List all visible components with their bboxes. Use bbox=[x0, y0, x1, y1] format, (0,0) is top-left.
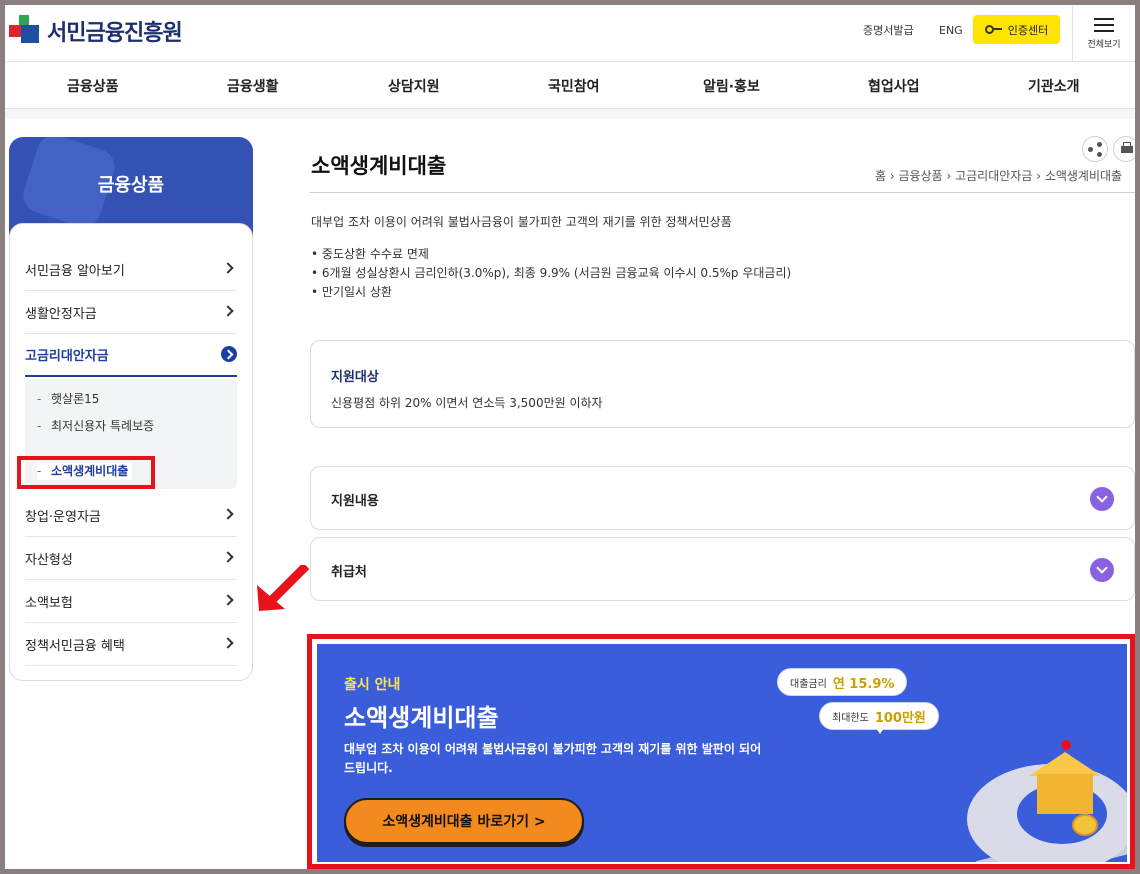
accordion-handling-agency[interactable]: 취급처 bbox=[310, 537, 1135, 601]
eng-link[interactable]: ENG bbox=[939, 15, 963, 45]
chevron-right-icon bbox=[222, 262, 234, 274]
global-nav: 금융상품 금융생활 상담지원 국민참여 알림·홍보 협업사업 기관소개 bbox=[5, 62, 1135, 109]
menu-all-button[interactable]: 전체보기 bbox=[1072, 5, 1135, 62]
banner-title: 소액생계비대출 bbox=[344, 704, 499, 732]
location-pin-icon bbox=[1061, 740, 1071, 750]
rate-label: 대출금리 bbox=[790, 678, 827, 690]
sidebar-item-benefits[interactable]: 정책서민금융 혜택 bbox=[25, 623, 237, 666]
sidebar-item-label: 소액보험 bbox=[25, 595, 73, 611]
sidebar-item-label: 정책서민금융 혜택 bbox=[25, 638, 125, 654]
accordion-title: 취급처 bbox=[331, 565, 367, 580]
site-logo[interactable]: 서민금융진흥원 bbox=[9, 11, 183, 51]
sidebar-item-label: 창업·운영자금 bbox=[25, 509, 101, 525]
breadcrumb-alternative[interactable]: 고금리대안자금 bbox=[955, 169, 1032, 183]
chevron-right-icon bbox=[222, 508, 234, 520]
sidebar-item-asset[interactable]: 자산형성 bbox=[25, 537, 237, 580]
chevron-down-icon[interactable] bbox=[1090, 487, 1114, 511]
coin-icon bbox=[1072, 814, 1098, 836]
highlight-box bbox=[17, 456, 155, 489]
feature-item: 6개월 성실상환시 금리인하(3.0%p), 최종 9.9% (서금원 금융교육… bbox=[311, 264, 791, 283]
page-title: 소액생계비대출 bbox=[311, 154, 447, 178]
submenu-item-sunshine15[interactable]: 햇살론15 bbox=[37, 391, 99, 408]
certificate-link[interactable]: 증명서발급 bbox=[863, 15, 914, 45]
promo-banner: 출시 안내 소액생계비대출 대부업 조차 이용이 어려워 불법사금융이 불가피한… bbox=[317, 644, 1127, 862]
title-divider bbox=[310, 192, 1135, 193]
sidebar-item-insurance[interactable]: 소액보험 bbox=[25, 580, 237, 623]
support-target-title: 지원대상 bbox=[331, 370, 379, 385]
header: 서민금융진흥원 증명서발급 ENG 인증센터 전체보기 bbox=[5, 5, 1135, 62]
sidebar-item-alternative-loan[interactable]: 고금리대안자금 bbox=[25, 334, 237, 377]
chevron-right-icon bbox=[222, 551, 234, 563]
sidebar-item-label: 고금리대안자금 bbox=[25, 349, 109, 364]
gnb-item-cooperation[interactable]: 협업사업 bbox=[868, 76, 920, 96]
feature-item: 중도상환 수수료 면제 bbox=[311, 245, 791, 264]
accordion-title: 지원내용 bbox=[331, 494, 379, 509]
sidebar-item-finance-intro[interactable]: 서민금융 알아보기 bbox=[25, 248, 237, 291]
gnb-item-about[interactable]: 기관소개 bbox=[1028, 76, 1080, 96]
bank-icon bbox=[1037, 774, 1093, 814]
sidebar-menu: 서민금융 알아보기 생활안정자금 고금리대안자금 햇살론15 최저신용자 특례보… bbox=[9, 223, 253, 681]
gnb-item-financial-life[interactable]: 금융생활 bbox=[227, 76, 279, 96]
breadcrumb-home[interactable]: 홈 bbox=[875, 169, 886, 183]
bank-roof-icon bbox=[1029, 752, 1101, 776]
sidebar-item-startup-fund[interactable]: 창업·운영자금 bbox=[25, 494, 237, 537]
breadcrumb-current: 소액생계비대출 bbox=[1044, 169, 1123, 183]
chevron-right-icon bbox=[222, 305, 234, 317]
menu-all-label: 전체보기 bbox=[1087, 39, 1121, 50]
banner-cta-button[interactable]: 소액생계비대출 바로가기 > bbox=[344, 798, 584, 844]
feature-item: 만기일시 상환 bbox=[311, 283, 791, 302]
chevron-circle-icon bbox=[221, 346, 237, 362]
page-frame: 서민금융진흥원 증명서발급 ENG 인증센터 전체보기 금융상품 금융생활 상담… bbox=[5, 5, 1135, 869]
rate-bubble: 대출금리 연 15.9% bbox=[777, 668, 908, 696]
banner-description: 대부업 조차 이용이 어려워 불법사금융이 불가피한 고객의 재기를 위한 발판… bbox=[344, 742, 762, 775]
gnb-item-financial-products[interactable]: 금융상품 bbox=[67, 76, 119, 96]
gnb-item-participation[interactable]: 국민참여 bbox=[548, 76, 600, 96]
logo-mark-icon bbox=[9, 15, 43, 47]
print-button[interactable] bbox=[1113, 136, 1135, 162]
key-icon bbox=[984, 25, 1003, 34]
chevron-down-icon[interactable] bbox=[1090, 558, 1114, 582]
hamburger-icon bbox=[1094, 17, 1114, 32]
cert-center-button[interactable]: 인증센터 bbox=[973, 15, 1060, 44]
product-description: 대부업 조차 이용이 어려워 불법사금융이 불가피한 고객의 재기를 위한 정책… bbox=[311, 215, 732, 229]
support-target-body: 신용평점 하위 20% 이면서 연소득 3,500만원 이하자 bbox=[331, 396, 603, 410]
banner-tag: 출시 안내 bbox=[344, 677, 401, 693]
feature-list: 중도상환 수수료 면제 6개월 성실상환시 금리인하(3.0%p), 최종 9.… bbox=[311, 245, 791, 302]
sidebar-item-living-fund[interactable]: 생활안정자금 bbox=[25, 291, 237, 334]
accordion-support-content[interactable]: 지원내용 bbox=[310, 466, 1135, 530]
divider-band bbox=[5, 109, 1135, 119]
breadcrumb: 홈 › 금융상품 › 고금리대안자금 › 소액생계비대출 bbox=[875, 169, 1123, 183]
gnb-item-notice[interactable]: 알림·홍보 bbox=[703, 76, 760, 96]
rate-value: 연 15.9% bbox=[832, 676, 895, 692]
share-icon bbox=[1097, 142, 1102, 147]
breadcrumb-products[interactable]: 금융상품 bbox=[898, 169, 942, 183]
support-target-card: 지원대상 신용평점 하위 20% 이면서 연소득 3,500만원 이하자 bbox=[310, 340, 1135, 428]
sidebar-item-label: 생활안정자금 bbox=[25, 306, 97, 322]
gnb-item-counseling[interactable]: 상담지원 bbox=[388, 76, 440, 96]
logo-text: 서민금융진흥원 bbox=[47, 21, 183, 46]
sidebar-item-label: 서민금융 알아보기 bbox=[25, 263, 125, 279]
share-button[interactable] bbox=[1082, 136, 1108, 162]
cert-center-label: 인증센터 bbox=[1007, 23, 1049, 37]
sidebar-title: 금융상품 bbox=[97, 175, 165, 196]
chevron-right-icon bbox=[222, 637, 234, 649]
sidebar-item-label: 자산형성 bbox=[25, 552, 73, 568]
chevron-right-icon bbox=[222, 594, 234, 606]
submenu-item-lowest-credit[interactable]: 최저신용자 특례보증 bbox=[37, 418, 157, 435]
red-arrow-icon bbox=[257, 565, 310, 611]
limit-label: 최대한도 bbox=[832, 712, 869, 724]
sidebar-header: 금융상품 bbox=[9, 137, 253, 237]
bubble-tail bbox=[872, 722, 888, 734]
